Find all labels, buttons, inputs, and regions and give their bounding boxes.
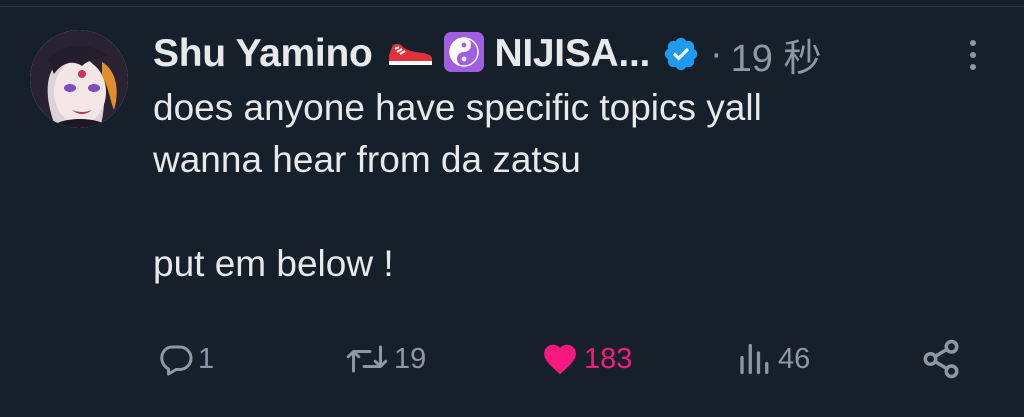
- retweet-button[interactable]: 19: [344, 334, 426, 384]
- like-count: 183: [584, 342, 633, 375]
- timestamp[interactable]: 19 秒: [731, 27, 822, 82]
- reply-button[interactable]: 1: [158, 334, 214, 384]
- share-button[interactable]: [920, 334, 962, 384]
- heart-icon: [544, 344, 576, 375]
- retweet-icon: [346, 345, 388, 373]
- yin-yang-emoji-icon: [443, 31, 485, 78]
- views-button[interactable]: 46: [734, 334, 810, 384]
- tweet-line: does anyone have specific topics yall: [153, 87, 762, 128]
- tweet-header: Shu Yamino NIJISA... · 19 秒: [153, 28, 822, 80]
- views-chart-icon: [740, 343, 769, 375]
- author-name[interactable]: Shu Yamino: [153, 32, 373, 76]
- reply-count: 1: [198, 342, 215, 375]
- tweet-line: wanna hear from da zatsu: [153, 139, 581, 180]
- line-break: [153, 186, 993, 238]
- separator-dot: ·: [710, 32, 723, 75]
- more-vertical-icon[interactable]: [962, 38, 984, 72]
- divider: [0, 6, 1024, 7]
- tweet-line: put em below !: [153, 243, 394, 284]
- org-name[interactable]: NIJISA...: [495, 32, 651, 76]
- tweet-card[interactable]: Shu Yamino NIJISA... · 19 秒 does anyone …: [0, 0, 1024, 417]
- avatar[interactable]: [30, 30, 128, 128]
- sneaker-emoji-icon: [385, 37, 435, 72]
- action-bar: 1 19 183 46: [0, 334, 1024, 384]
- tweet-text: does anyone have specific topics yall wa…: [153, 82, 993, 290]
- retweet-count: 19: [394, 342, 427, 375]
- verified-badge-icon: [664, 37, 698, 71]
- reply-icon: [160, 345, 193, 376]
- views-count: 46: [778, 342, 811, 375]
- share-icon: [923, 339, 959, 379]
- like-button[interactable]: 183: [540, 334, 632, 384]
